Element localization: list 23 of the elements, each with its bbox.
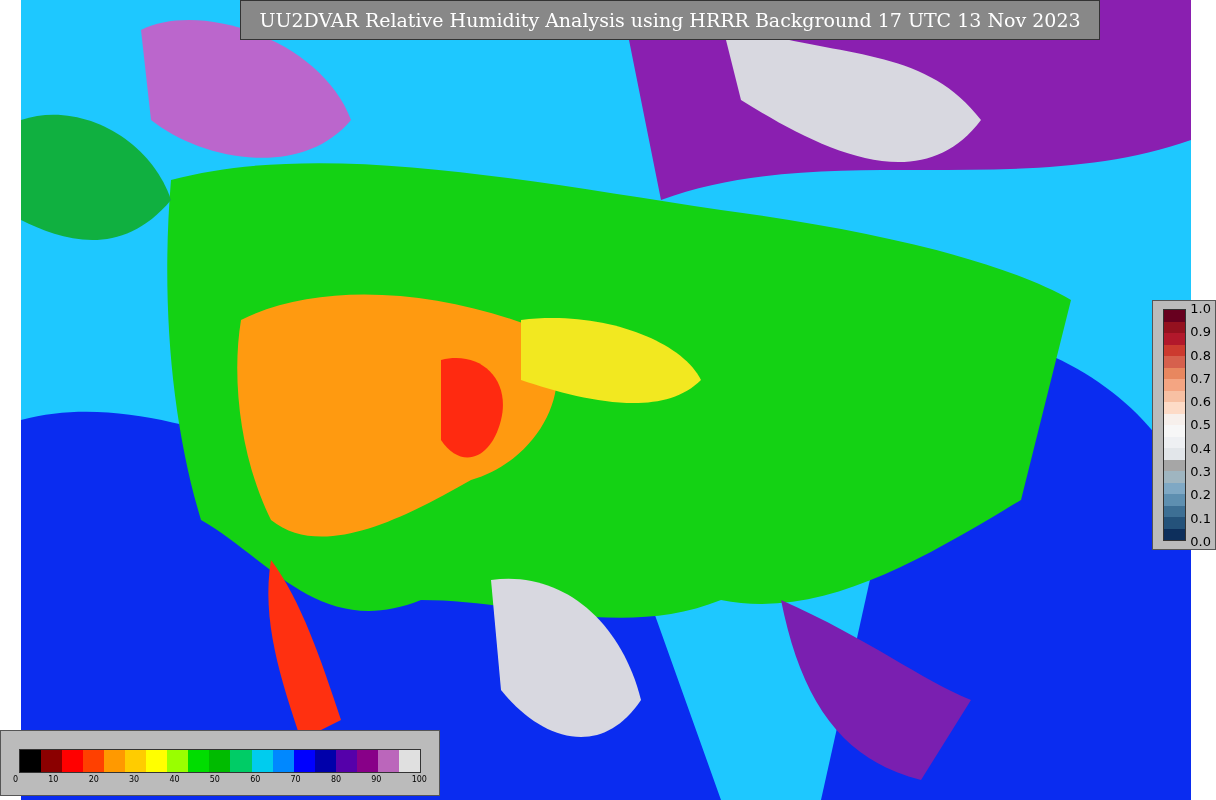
scale-tick-label: 0 [13, 775, 19, 784]
scale-tick-label: 20 [88, 775, 99, 784]
scale-tick-label: 0.1 [1190, 510, 1211, 526]
scale-tick-label: 10 [48, 775, 59, 784]
scale-tick-label: 80 [330, 775, 342, 784]
scale-tick-label: 0.5 [1190, 417, 1211, 433]
scale-tick-label: 0.6 [1190, 394, 1211, 410]
scale-tick-label: 1.0 [1190, 301, 1211, 316]
scale-tick-label: 70 [290, 775, 301, 784]
scale-tick-label: 50 [209, 775, 220, 784]
scale-tick-label: 90 [371, 775, 382, 784]
scale-tick-label: 60 [250, 775, 261, 784]
scale-tick-label: 0.7 [1190, 370, 1211, 386]
scale-tick-label: 0.8 [1190, 347, 1211, 363]
scale-tick-label: 0.0 [1190, 533, 1211, 549]
scale-tick-label: 0.2 [1190, 487, 1211, 503]
scale-tick-label: 0.9 [1190, 324, 1211, 340]
scale-tick-label: 40 [169, 775, 180, 784]
scale-tick-label: 100 [411, 775, 427, 784]
scale-tick-label: 0.4 [1190, 440, 1211, 456]
scale-tick-label: 30 [129, 775, 140, 784]
map-title: UU2DVAR Relative Humidity Analysis using HRRR Background 17 UTC 13 Nov 2023 [240, 0, 1100, 40]
scale-tick-label: 0.3 [1190, 464, 1211, 480]
